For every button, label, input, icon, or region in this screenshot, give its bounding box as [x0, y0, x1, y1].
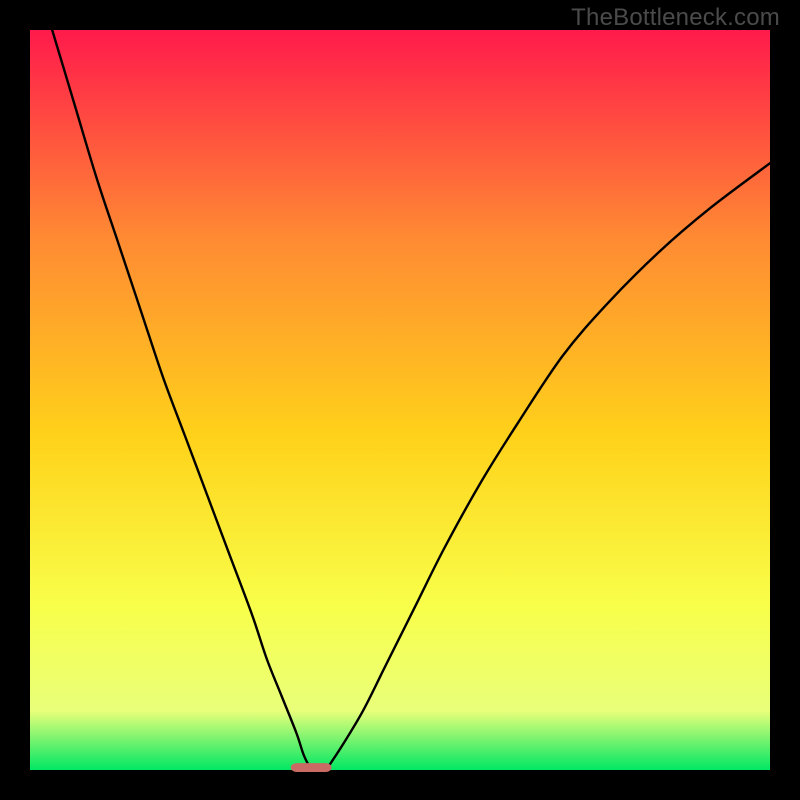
chart-stage: TheBottleneck.com — [0, 0, 800, 800]
watermark-text: TheBottleneck.com — [571, 4, 780, 32]
bottleneck-marker — [291, 763, 332, 772]
plot-area — [30, 30, 770, 772]
plot-background — [30, 30, 770, 770]
chart-svg — [0, 0, 800, 800]
